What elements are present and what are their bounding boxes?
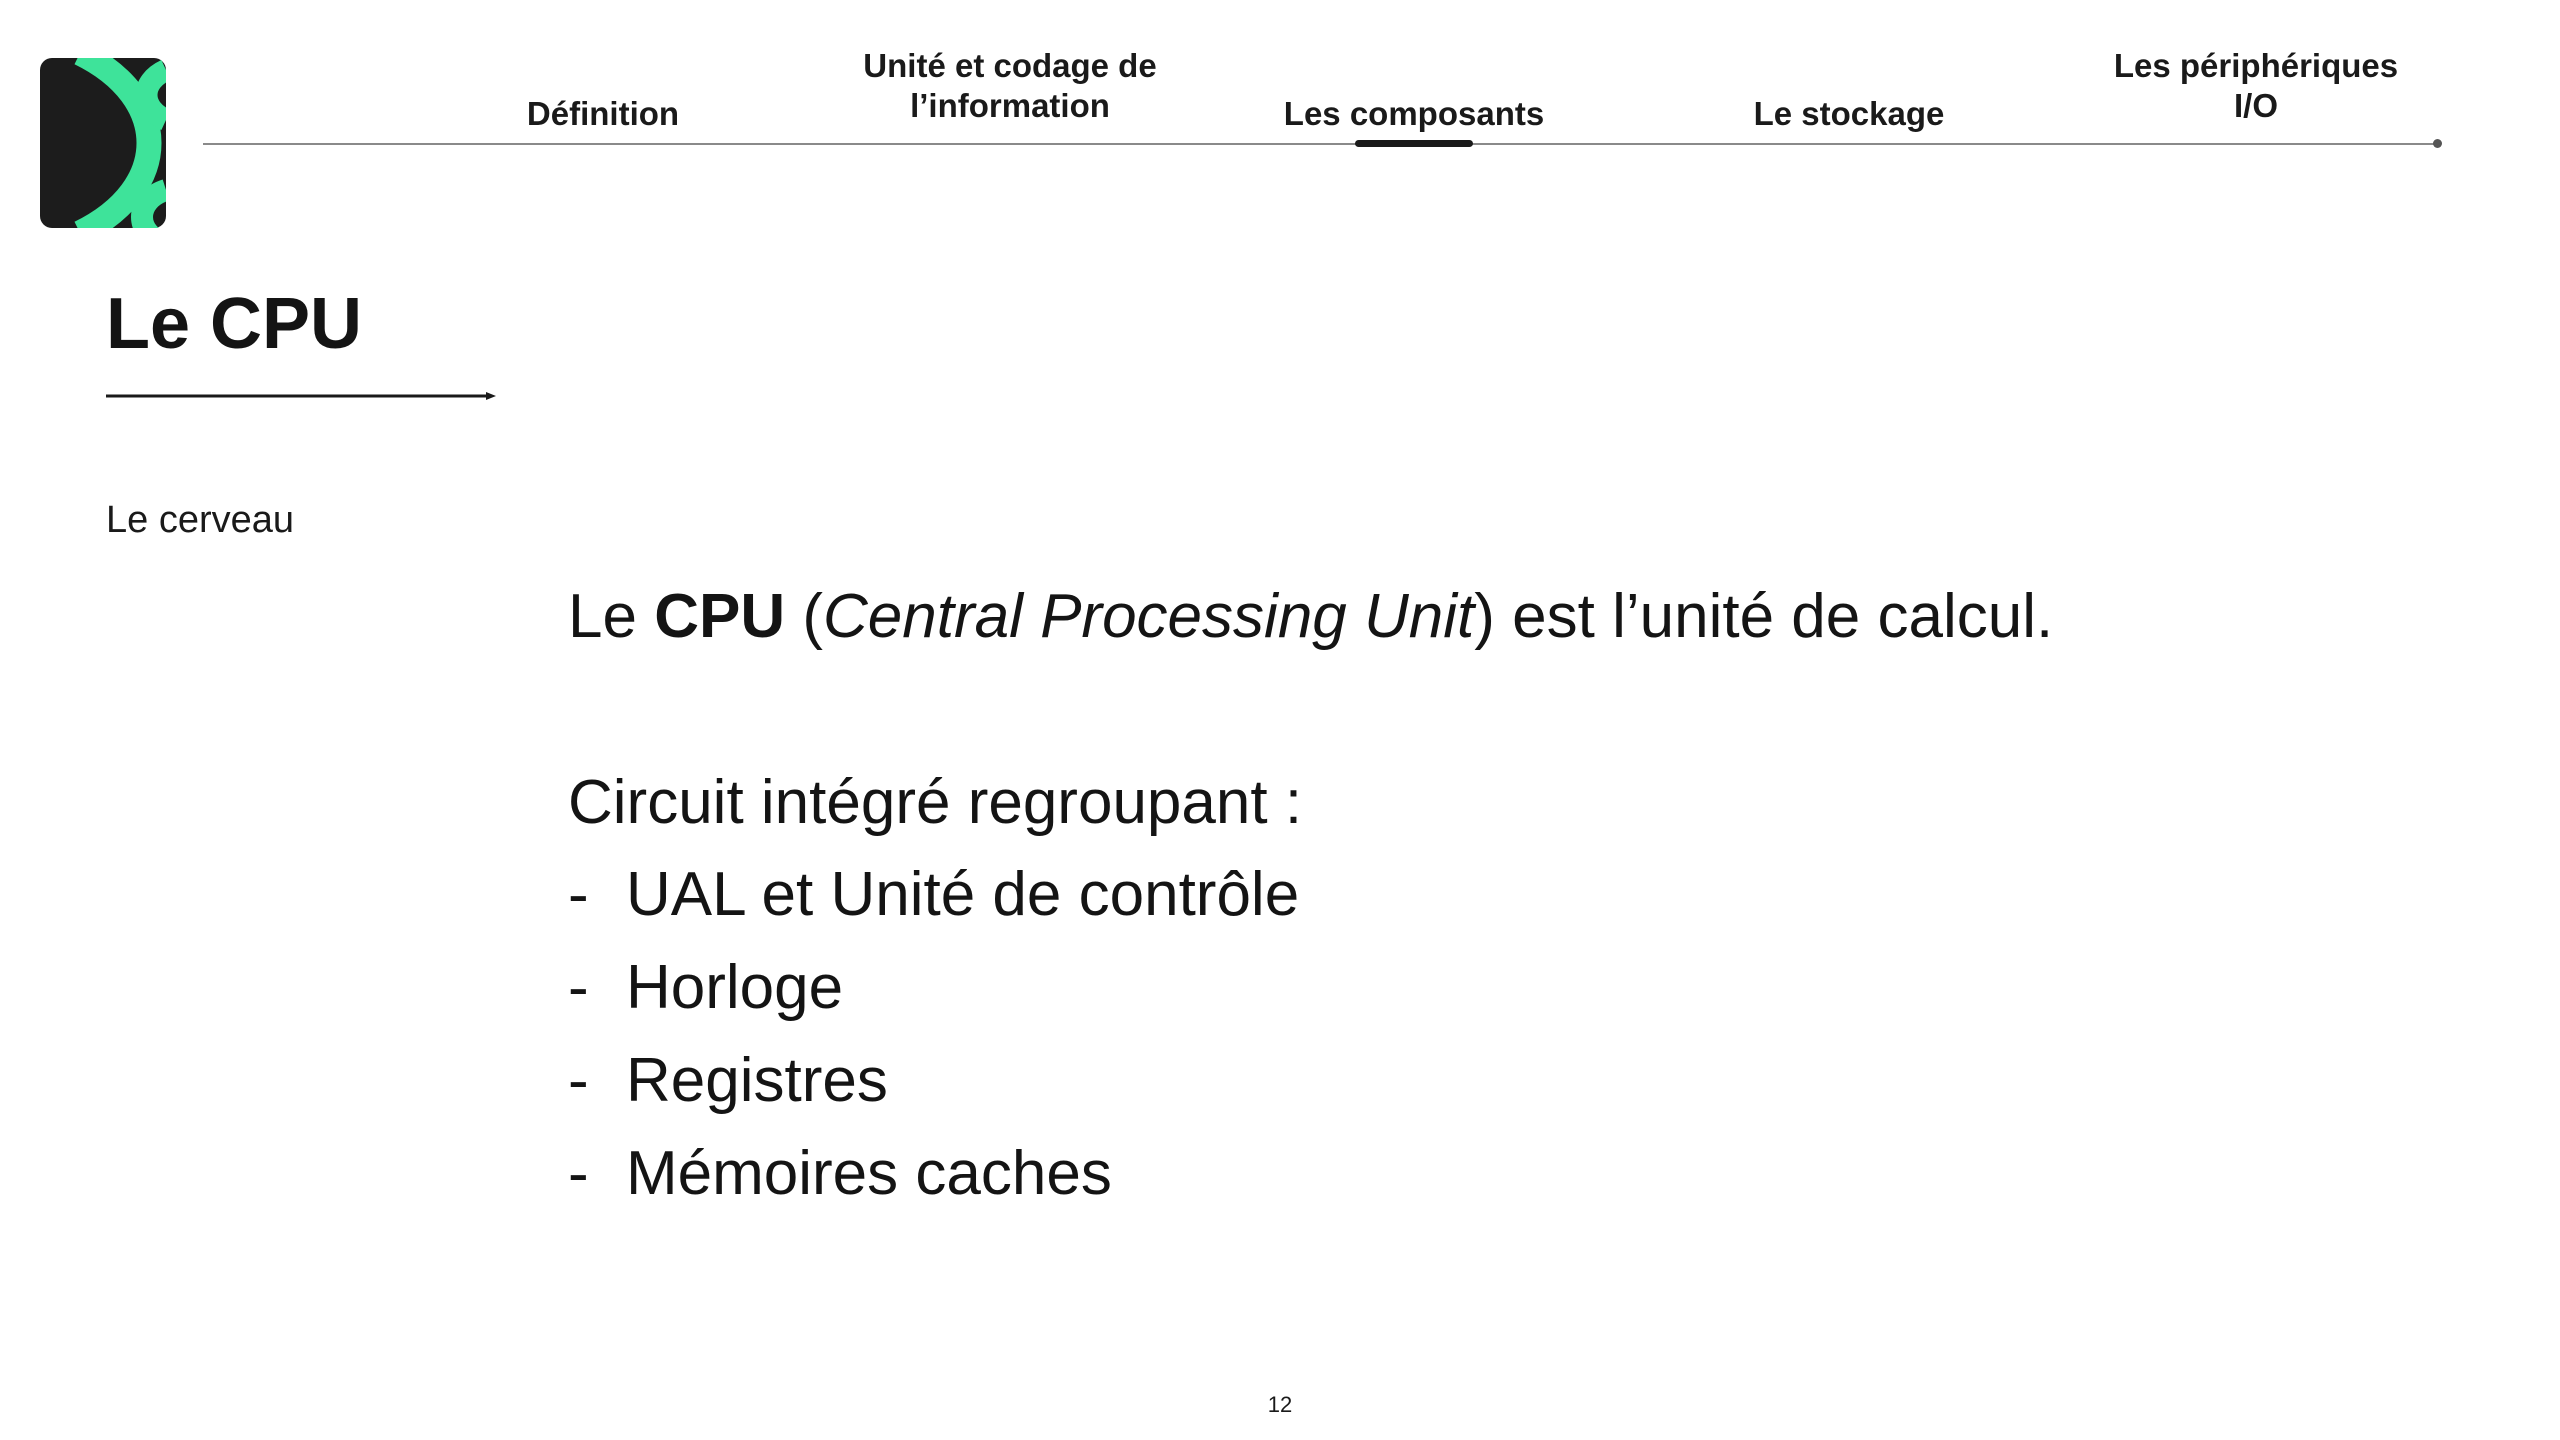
list-item: - Mémoires caches [568, 1132, 2468, 1225]
active-tab-indicator [1355, 140, 1473, 147]
list-item-text: Horloge [626, 953, 844, 1022]
intro-bold-term: CPU [654, 582, 786, 651]
title-underline-arrow [106, 392, 496, 400]
page-number: 12 [1267, 1392, 1293, 1417]
intro-suffix: ) est l’unité de calcul. [1474, 582, 2054, 651]
list-item-text: UAL et Unité de contrôle [626, 860, 1300, 929]
intro-italic-expansion: Central Processing Unit [822, 582, 1475, 651]
bullet-dash: - [568, 860, 589, 929]
tab-peripheriques[interactable]: Les périphériques I/O [2046, 46, 2466, 126]
intro-sentence: Le CPU (Central Processing Unit) est l’u… [568, 575, 2468, 659]
nav-timeline-line [203, 143, 2440, 145]
tab-unite-codage[interactable]: Unité et codage de l’information [800, 46, 1220, 126]
slide-content: Le CPU (Central Processing Unit) est l’u… [568, 575, 2468, 1225]
list-item: - Registres [568, 1039, 2468, 1132]
page-title: Le CPU [106, 284, 363, 364]
logo-icon [40, 58, 166, 228]
intro-paren-open: ( [785, 582, 823, 651]
intro-prefix: Le [568, 582, 655, 651]
nav-timeline-end-dot [2433, 139, 2442, 148]
list-lead: Circuit intégré regroupant : [568, 768, 1303, 837]
bullet-dash: - [568, 1046, 589, 1115]
tab-definition[interactable]: Définition [393, 94, 813, 134]
list-item-text: Registres [626, 1046, 888, 1115]
tab-stockage[interactable]: Le stockage [1639, 94, 2059, 134]
component-list: - UAL et Unité de contrôle - Horloge - Regi… [568, 853, 2468, 1225]
list-item-text: Mémoires caches [626, 1139, 1112, 1208]
list-item: - UAL et Unité de contrôle [568, 853, 2468, 946]
list-item: - Horloge [568, 946, 2468, 1039]
bullet-dash: - [568, 1139, 589, 1208]
tab-composants[interactable]: Les composants [1204, 94, 1624, 134]
slide-subtitle: Le cerveau [106, 499, 295, 541]
bullet-dash: - [568, 953, 589, 1022]
